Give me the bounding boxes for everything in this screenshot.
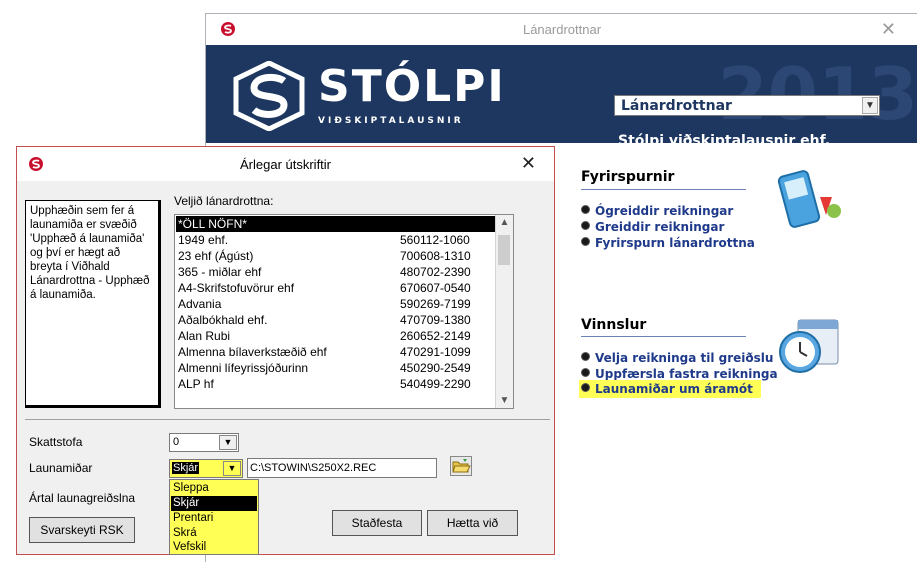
- dialog-close-button[interactable]: ✕: [521, 153, 536, 174]
- menu-item-launamidar[interactable]: Launamiðar um áramót: [579, 380, 761, 398]
- fyrirspurnir-title: Fyrirspurnir: [581, 169, 675, 185]
- brand-name: STÓLPI: [318, 61, 506, 112]
- list-item[interactable]: Almenni lífeyrissjóðurinn 450290-2549: [176, 360, 495, 376]
- bullet-icon: [581, 205, 590, 214]
- header-banner: 2013 STÓLPI VIÐSKIPTALAUSNIR Lánardrottn…: [206, 45, 917, 149]
- clock-icon: [779, 319, 839, 373]
- stadfesta-button[interactable]: Staðfesta: [332, 510, 422, 536]
- svarskeyti-rsk-button[interactable]: Svarskeyti RSK: [29, 517, 135, 543]
- bullet-icon: [581, 221, 590, 230]
- menu-item-velja-reikninga[interactable]: Velja reikninga til greiðslu: [581, 351, 773, 365]
- main-close-button[interactable]: ✕: [881, 19, 896, 40]
- haetta-vid-button[interactable]: Hætta við: [427, 510, 518, 536]
- list-item[interactable]: 1949 ehf. 560112-1060: [176, 232, 495, 248]
- folder-icon: [452, 459, 471, 473]
- list-scrollbar[interactable]: ▲ ▼: [495, 215, 513, 408]
- scroll-down-icon[interactable]: ▼: [496, 395, 513, 406]
- option-prentari[interactable]: Prentari: [171, 511, 257, 526]
- phone-icon: [777, 170, 841, 228]
- scroll-thumb[interactable]: [498, 235, 510, 265]
- list-item[interactable]: *ÖLL NÖFN*: [176, 216, 495, 232]
- option-vefskil[interactable]: Vefskil: [171, 540, 257, 555]
- chevron-down-icon[interactable]: ▼: [862, 97, 878, 114]
- divider: [581, 336, 746, 337]
- file-path-input[interactable]: C:\STOWIN\S250X2.REC: [247, 458, 437, 478]
- list-item[interactable]: ALP hf 540499-2290: [176, 376, 495, 392]
- dialog-title: Árlegar útskriftir: [239, 157, 332, 172]
- dialog-titlebar: Árlegar útskriftir ✕: [17, 147, 554, 181]
- skattstofa-value: 0: [173, 436, 180, 448]
- list-label: Veljið lánardrottna:: [174, 194, 274, 208]
- module-select[interactable]: Lánardrottnar ▼: [614, 95, 880, 116]
- artal-label: Ártal launagreiðslna: [29, 491, 136, 505]
- list-item[interactable]: Almenna bílaverkstæðið ehf 470291-1099: [176, 344, 495, 360]
- list-item[interactable]: Alan Rubi 260652-2149: [176, 328, 495, 344]
- menu-item-ogreiddir[interactable]: Ógreiddir reikningar: [581, 204, 733, 218]
- list-item[interactable]: 23 ehf (Ágúst) 700608-1310: [176, 248, 495, 264]
- list-item[interactable]: A4-Skrifstofuvörur ehf 670607-0540: [176, 280, 495, 296]
- company-name: Stólpi viðskiptalausnir ehf.: [618, 133, 831, 149]
- skattstofa-select[interactable]: 0 ▼: [169, 433, 239, 452]
- lanardrottnar-list[interactable]: *ÖLL NÖFN* 1949 ehf. 560112-1060 23 ehf (…: [174, 214, 514, 409]
- main-titlebar: Lánardrottnar ✕: [206, 14, 917, 45]
- divider: [581, 189, 746, 190]
- arlegar-utskriftir-dialog: Árlegar útskriftir ✕ Upphæðin sem fer á …: [16, 146, 555, 555]
- list-item[interactable]: Aðalbókhald ehf. 470709-1380: [176, 312, 495, 328]
- divider: [25, 419, 550, 420]
- file-path-value: C:\STOWIN\S250X2.REC: [250, 462, 377, 474]
- brand-subtitle: VIÐSKIPTALAUSNIR: [318, 116, 464, 126]
- open-folder-button[interactable]: [450, 456, 472, 476]
- info-text: Upphæðin sem fer á launamiða er svæðið '…: [25, 200, 161, 408]
- menu-item-uppfaersla[interactable]: Uppfærsla fastra reikninga: [581, 367, 778, 381]
- list-item[interactable]: Advania 590269-7199: [176, 296, 495, 312]
- main-window-title: Lánardrottnar: [522, 22, 602, 37]
- bullet-icon: [581, 383, 590, 392]
- launamidar-options[interactable]: Sleppa Skjár Prentari Skrá Vefskil: [169, 479, 259, 555]
- launamidar-select[interactable]: Skjár ▼: [169, 459, 243, 478]
- bullet-icon: [581, 368, 590, 377]
- launamidar-value: Skjár: [172, 462, 200, 474]
- chevron-down-icon[interactable]: ▼: [223, 461, 241, 476]
- menu-item-fyrirspurn[interactable]: Fyrirspurn lánardrottna: [581, 236, 755, 250]
- skattstofa-label: Skattstofa: [29, 435, 83, 449]
- chevron-down-icon[interactable]: ▼: [219, 435, 237, 450]
- bullet-icon: [581, 352, 590, 361]
- option-sleppa[interactable]: Sleppa: [171, 481, 257, 496]
- launamidar-label: Launamiðar: [29, 461, 93, 475]
- menu-item-greiddir[interactable]: Greiddir reikningar: [581, 220, 724, 234]
- scroll-up-icon[interactable]: ▲: [496, 217, 513, 228]
- option-skra[interactable]: Skrá: [171, 526, 257, 541]
- option-skjar[interactable]: Skjár: [171, 496, 257, 511]
- module-select-value: Lánardrottnar: [621, 98, 732, 114]
- bullet-icon: [581, 237, 590, 246]
- year-watermark: 2013: [717, 52, 917, 136]
- stolpi-logo-icon: [233, 61, 305, 131]
- list-item[interactable]: 365 - miðlar ehf 480702-2390: [176, 264, 495, 280]
- vinnslur-title: Vinnslur: [581, 317, 647, 333]
